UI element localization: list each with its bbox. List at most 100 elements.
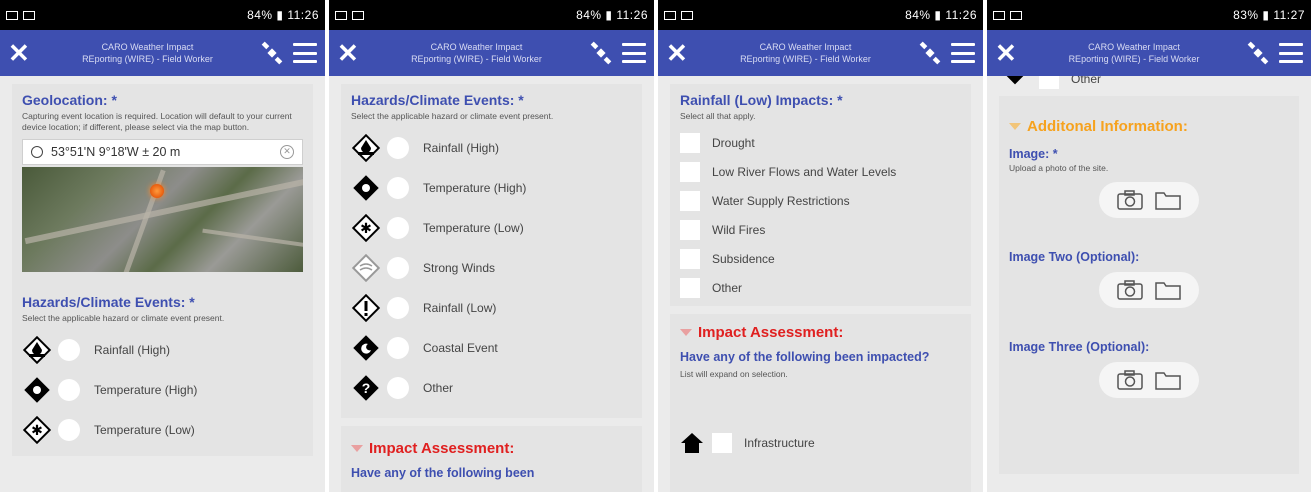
impact-option[interactable]: Subsidence xyxy=(680,244,961,273)
impact-option-label: Subsidence xyxy=(712,251,775,266)
hazard-option[interactable]: ✱ Temperature (Low) xyxy=(351,208,632,248)
hazard-radio[interactable] xyxy=(387,217,409,239)
gallery-icon xyxy=(1010,10,1022,20)
app-title-line2: REporting (WIRE) - Field Worker xyxy=(411,54,542,64)
image-upload-group xyxy=(1099,182,1199,218)
status-bar: 84% ▮ 11:26 xyxy=(0,0,325,30)
impact-option[interactable]: Wild Fires xyxy=(680,215,961,244)
hazard-option[interactable]: Strong Winds xyxy=(351,248,632,288)
notification-icon xyxy=(664,10,676,20)
app-title-line2: REporting (WIRE) - Field Worker xyxy=(1068,54,1200,64)
image-two-label: Image Two (Optional): xyxy=(1009,250,1140,264)
impact-category-checkbox[interactable] xyxy=(712,432,732,453)
hazard-option[interactable]: ? Other xyxy=(351,368,632,408)
gallery-icon xyxy=(23,10,35,20)
hazard-label: Rainfall (Low) xyxy=(423,301,497,315)
hazard-label: Rainfall (High) xyxy=(94,343,171,357)
impact-option-label: Other xyxy=(712,280,743,295)
image-three-label: Image Three (Optional): xyxy=(1009,340,1150,354)
app-title: CARO Weather Impact REporting (WIRE) - F… xyxy=(365,41,588,65)
impact-option[interactable]: Other xyxy=(680,273,961,302)
hazard-option[interactable]: ✱ Temperature (Low) xyxy=(22,410,303,450)
impact-option[interactable]: Drought xyxy=(680,128,961,157)
image-label: Image: * xyxy=(1009,147,1058,161)
hazard-radio[interactable] xyxy=(387,337,409,359)
status-time: 84% ▮ 11:26 xyxy=(576,8,648,22)
hazard-option[interactable]: Temperature (High) xyxy=(22,370,303,410)
impact-category-option[interactable]: Infrastructure xyxy=(680,428,961,457)
additional-info-heading[interactable]: Additonal Information: xyxy=(1009,118,1289,135)
hazard-option[interactable]: Coastal Event xyxy=(351,328,632,368)
satellite-icon[interactable] xyxy=(917,40,943,66)
close-button[interactable]: ✕ xyxy=(8,40,36,66)
menu-icon[interactable] xyxy=(1279,43,1303,63)
hazard-radio[interactable] xyxy=(58,379,80,401)
hazard-option[interactable]: Rainfall (High) xyxy=(351,128,632,168)
menu-icon[interactable] xyxy=(622,43,646,63)
camera-icon[interactable] xyxy=(1117,280,1143,300)
hazard-option[interactable]: Rainfall (Low) xyxy=(351,288,632,328)
hazard-radio[interactable] xyxy=(387,137,409,159)
image-hint: Upload a photo of the site. xyxy=(1009,163,1109,173)
geolocation-hint: Capturing event location is required. Lo… xyxy=(22,111,292,132)
folder-icon[interactable] xyxy=(1155,190,1181,210)
map-view[interactable] xyxy=(22,167,303,272)
close-button[interactable]: ✕ xyxy=(995,40,1023,66)
folder-icon[interactable] xyxy=(1155,280,1181,300)
impact-checkbox[interactable] xyxy=(680,219,700,240)
hazard-radio[interactable] xyxy=(387,257,409,279)
hazard-radio[interactable] xyxy=(387,377,409,399)
status-time: 83% ▮ 11:27 xyxy=(1233,8,1305,22)
impact-checkbox[interactable] xyxy=(680,132,700,153)
hazard-radio[interactable] xyxy=(387,177,409,199)
other-question-icon: ? xyxy=(351,373,381,403)
hazard-label: Coastal Event xyxy=(423,341,498,355)
impact-checkbox[interactable] xyxy=(680,277,700,298)
hazard-option[interactable]: Rainfall (High) xyxy=(22,330,303,370)
menu-icon[interactable] xyxy=(293,43,317,63)
impact-option[interactable]: Water Supply Restrictions xyxy=(680,186,961,215)
strong-winds-icon xyxy=(351,253,381,283)
hazards-hint: Select the applicable hazard or climate … xyxy=(351,111,554,121)
hazards-hint: Select the applicable hazard or climate … xyxy=(22,313,225,323)
clear-icon[interactable]: ✕ xyxy=(280,145,294,159)
hazard-radio[interactable] xyxy=(387,297,409,319)
rainfall-low-icon xyxy=(351,293,381,323)
satellite-icon[interactable] xyxy=(259,40,285,66)
folder-icon[interactable] xyxy=(1155,370,1181,390)
impact-checkbox[interactable] xyxy=(680,190,700,211)
impact-assessment-heading[interactable]: Impact Assessment: xyxy=(351,440,632,457)
close-button[interactable]: ✕ xyxy=(337,40,365,66)
hazard-label: Temperature (Low) xyxy=(423,221,524,235)
app-bar: ✕ CARO Weather Impact REporting (WIRE) -… xyxy=(987,30,1311,76)
status-bar: 84% ▮ 11:26 xyxy=(658,0,983,30)
geolocation-field[interactable]: 53°51'N 9°18'W ± 20 m ✕ xyxy=(22,139,303,165)
hazard-radio[interactable] xyxy=(58,419,80,441)
menu-icon[interactable] xyxy=(951,43,975,63)
impact-checkbox[interactable] xyxy=(680,161,700,182)
geolocation-value: 53°51'N 9°18'W ± 20 m xyxy=(51,145,181,159)
coastal-event-icon xyxy=(351,333,381,363)
impact-hint: List will expand on selection. xyxy=(680,369,788,379)
app-bar: ✕ CARO Weather Impact REporting (WIRE) -… xyxy=(658,30,983,76)
location-pin-icon xyxy=(150,184,164,198)
close-button[interactable]: ✕ xyxy=(666,40,694,66)
impact-option-label: Wild Fires xyxy=(712,222,766,237)
camera-icon[interactable] xyxy=(1117,190,1143,210)
geolocation-label: Geolocation: * xyxy=(22,92,117,108)
hazard-label: Temperature (High) xyxy=(94,383,198,397)
impact-assessment-heading[interactable]: Impact Assessment: xyxy=(680,324,961,341)
satellite-icon[interactable] xyxy=(1245,40,1271,66)
impact-heading-text: Impact Assessment: xyxy=(369,440,515,457)
expand-triangle-icon xyxy=(1009,123,1021,130)
hazard-radio[interactable] xyxy=(58,339,80,361)
status-time: 84% ▮ 11:26 xyxy=(247,8,319,22)
impact-option[interactable]: Low River Flows and Water Levels xyxy=(680,157,961,186)
screen-4: 83% ▮ 11:27 ✕ CARO Weather Impact REport… xyxy=(987,0,1311,492)
impact-checkbox[interactable] xyxy=(680,248,700,269)
satellite-icon[interactable] xyxy=(588,40,614,66)
camera-icon[interactable] xyxy=(1117,370,1143,390)
hazards-label: Hazards/Climate Events: * xyxy=(351,92,524,108)
hazard-option[interactable]: Temperature (High) xyxy=(351,168,632,208)
rainfall-low-hint: Select all that apply. xyxy=(680,111,756,121)
